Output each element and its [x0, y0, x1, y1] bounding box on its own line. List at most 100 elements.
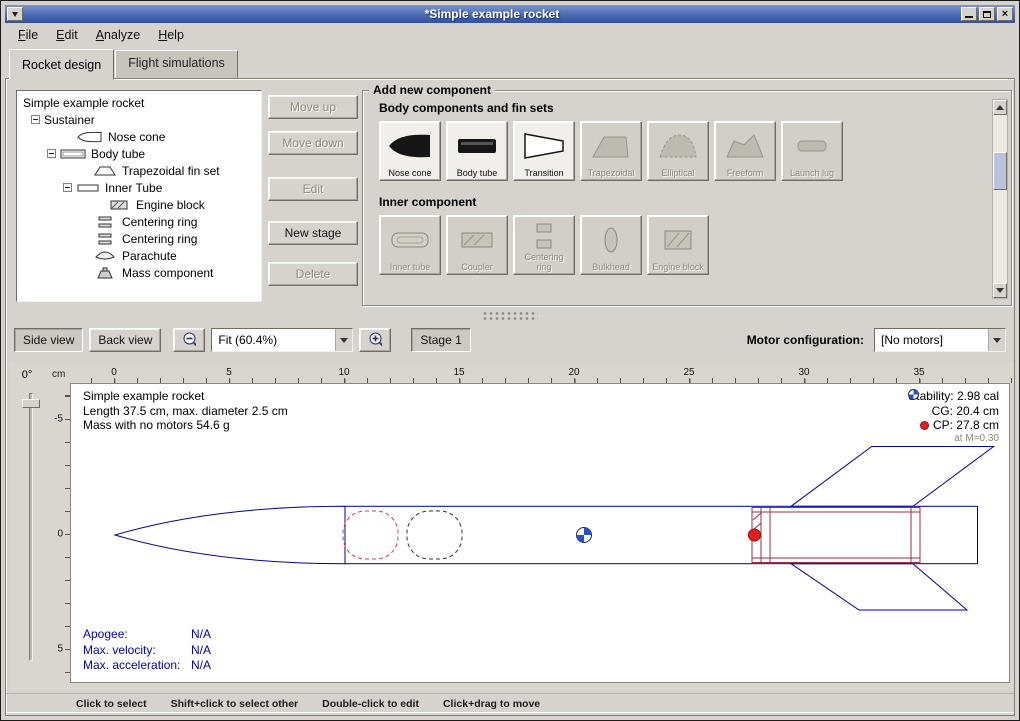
add-freeform-fin-button[interactable]: Freeform — [714, 121, 776, 181]
rotation-slider[interactable] — [29, 393, 33, 661]
tree-item-label: Parachute — [122, 249, 177, 263]
mass-component-shape[interactable] — [407, 511, 462, 559]
cg-value: CG: 20.4 cm — [932, 404, 999, 419]
cg-marker — [577, 528, 592, 543]
tree-item-mass-component[interactable]: Mass component — [21, 264, 261, 281]
menu-edit[interactable]: Edit — [47, 24, 87, 46]
add-coupler-button[interactable]: Coupler — [446, 215, 508, 275]
back-view-button[interactable]: Back view — [89, 328, 161, 352]
zoom-in-icon — [368, 331, 382, 349]
rotation-slider-thumb[interactable] — [22, 399, 40, 408]
menu-analyze[interactable]: Analyze — [87, 24, 149, 46]
tree-item-label: Engine block — [136, 198, 205, 212]
menu-help[interactable]: Help — [149, 24, 193, 46]
add-transition-button[interactable]: Transition — [513, 121, 575, 181]
apogee-value: N/A — [191, 627, 211, 643]
titlebar[interactable]: *Simple example rocket × — [5, 5, 1015, 23]
component-button-label: Elliptical — [661, 169, 694, 178]
chevron-down-icon[interactable] — [335, 329, 352, 351]
rocket-design-pane: Simple example rocket Sustainer Nose con… — [5, 78, 1015, 716]
rocket-figure[interactable]: Simple example rocket Length 37.5 cm, ma… — [70, 383, 1010, 683]
engine-block-shape[interactable] — [753, 513, 761, 520]
stability-info: Stability: 2.98 cal CG: 20.4 cm CP: 27.8… — [908, 389, 999, 445]
add-nose-cone-button[interactable]: Nose cone — [379, 121, 441, 181]
cp-marker — [748, 529, 760, 541]
window-menu-icon[interactable] — [7, 7, 23, 21]
tree-item-label: Centering ring — [122, 232, 197, 246]
scroll-down-button[interactable] — [993, 283, 1007, 298]
ruler-label: 5 — [57, 644, 63, 655]
move-down-button[interactable]: Move down — [268, 131, 358, 155]
tree-item-nose-cone[interactable]: Nose cone — [21, 128, 261, 145]
tab-flight-simulations[interactable]: Flight simulations — [115, 50, 238, 78]
menu-file[interactable]: File — [9, 24, 47, 46]
maximize-button[interactable] — [979, 7, 995, 21]
component-scrollbar[interactable] — [992, 99, 1008, 299]
nose-cone-shape[interactable] — [115, 506, 345, 563]
body-component-buttons: Nose cone Body tube Transition Trapezoid… — [379, 121, 1011, 181]
chevron-down-icon[interactable] — [988, 329, 1005, 351]
collapse-icon[interactable] — [63, 183, 72, 192]
inner-tube-shape[interactable] — [752, 512, 920, 558]
stage-1-toggle[interactable]: Stage 1 — [411, 328, 470, 352]
hint-click-drag: Click+drag to move — [443, 698, 540, 710]
launch-lug-icon — [789, 124, 835, 169]
move-up-button[interactable]: Move up — [268, 95, 358, 119]
delete-button[interactable]: Delete — [268, 262, 358, 286]
tree-item-engine-block[interactable]: Engine block — [21, 196, 261, 213]
centering-ring-icon — [521, 218, 567, 253]
rocket-mass: Mass with no motors 54.6 g — [83, 418, 288, 433]
nose-cone-icon — [77, 131, 103, 143]
zoom-select[interactable]: Fit (60.4%) — [211, 328, 353, 352]
tree-item-inner-tube[interactable]: Inner Tube — [21, 179, 261, 196]
zoom-out-button[interactable] — [173, 328, 205, 352]
max-acceleration-label: Max. acceleration: — [83, 658, 191, 674]
ruler-label: -5 — [54, 414, 63, 425]
add-bulkhead-button[interactable]: Bulkhead — [580, 215, 642, 275]
add-trapezoidal-fin-button[interactable]: Trapezoidal — [580, 121, 642, 181]
motor-configuration-select[interactable]: [No motors] — [874, 328, 1006, 352]
scroll-up-button[interactable] — [993, 100, 1007, 115]
tree-item-rocket[interactable]: Simple example rocket — [21, 94, 261, 111]
edit-button[interactable]: Edit — [268, 177, 358, 201]
body-tube-shape[interactable] — [345, 506, 978, 563]
tree-item-body-tube[interactable]: Body tube — [21, 145, 261, 162]
panel-splitter[interactable] — [6, 309, 1014, 323]
centering-ring-icon — [93, 216, 117, 228]
tree-item-fin-set[interactable]: Trapezoidal fin set — [21, 162, 261, 179]
tree-item-centering-ring-1[interactable]: Centering ring — [21, 213, 261, 230]
tree-item-label: Body tube — [91, 147, 145, 161]
component-tree[interactable]: Simple example rocket Sustainer Nose con… — [16, 90, 262, 302]
parachute-shape[interactable] — [343, 511, 398, 559]
component-button-label: Trapezoidal — [588, 169, 635, 178]
stability-value: Stability: 2.98 cal — [908, 389, 999, 404]
upper-fin-shape[interactable] — [791, 447, 994, 507]
add-body-tube-button[interactable]: Body tube — [446, 121, 508, 181]
tab-rocket-design[interactable]: Rocket design — [9, 49, 114, 80]
tree-item-centering-ring-2[interactable]: Centering ring — [21, 230, 261, 247]
add-engine-block-button[interactable]: Engine block — [647, 215, 709, 275]
collapse-icon[interactable] — [47, 149, 56, 158]
hint-click-select: Click to select — [76, 698, 147, 710]
add-centering-ring-button[interactable]: Centering ring — [513, 215, 575, 275]
collapse-icon[interactable] — [31, 115, 40, 124]
scrollbar-thumb[interactable] — [993, 152, 1007, 190]
zoom-value: Fit (60.4%) — [212, 333, 335, 347]
zoom-in-button[interactable] — [359, 328, 391, 352]
add-launch-lug-button[interactable]: Launch lug — [781, 121, 843, 181]
add-elliptical-fin-button[interactable]: Elliptical — [647, 121, 709, 181]
centering-ring-span-shape[interactable] — [752, 508, 920, 563]
ruler-label: 5 — [226, 367, 232, 378]
view-controls: Side view Back view Fit (60.4%) Stage 1 … — [14, 327, 1006, 353]
add-inner-tube-button[interactable]: Inner tube — [379, 215, 441, 275]
minimize-button[interactable] — [961, 7, 977, 21]
tree-item-parachute[interactable]: Parachute — [21, 247, 261, 264]
side-view-button[interactable]: Side view — [14, 328, 83, 352]
tree-item-sustainer[interactable]: Sustainer — [21, 111, 261, 128]
trapezoidal-fin-icon — [588, 124, 634, 169]
lower-fin-shape[interactable] — [791, 564, 967, 610]
nose-cone-icon — [387, 124, 433, 169]
component-button-label: Body tube — [457, 169, 498, 178]
new-stage-button[interactable]: New stage — [268, 221, 358, 245]
close-button[interactable]: × — [997, 7, 1013, 21]
